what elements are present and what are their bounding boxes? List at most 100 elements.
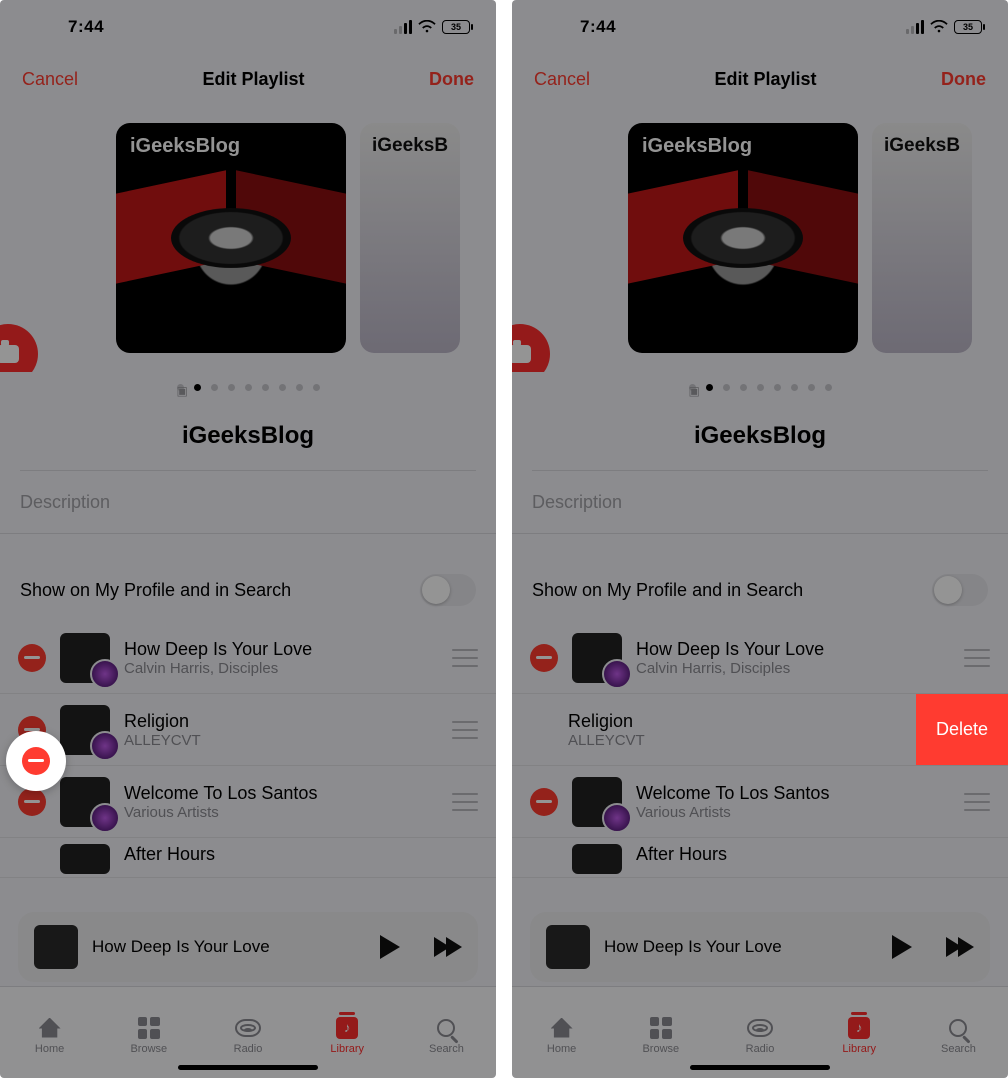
- done-button[interactable]: Done: [429, 69, 474, 90]
- song-artist: Various Artists: [636, 804, 950, 821]
- song-row: After Hours: [512, 838, 1008, 878]
- camera-photo-button[interactable]: [0, 324, 38, 372]
- cover-title: iGeeksBlog: [130, 135, 240, 158]
- fast-forward-icon[interactable]: [438, 937, 462, 957]
- show-on-profile-toggle[interactable]: [932, 574, 988, 606]
- status-bar: 7:44 35: [0, 0, 496, 54]
- show-on-profile-row: Show on My Profile and in Search: [512, 558, 1008, 622]
- playlist-cover-main[interactable]: iGeeksBlog: [628, 123, 858, 353]
- song-title: Welcome To Los Santos: [636, 783, 950, 804]
- show-on-profile-label: Show on My Profile and in Search: [20, 580, 291, 601]
- done-button[interactable]: Done: [941, 69, 986, 90]
- tab-home[interactable]: Home: [0, 987, 99, 1078]
- tab-label: Search: [429, 1043, 464, 1055]
- tab-label: Home: [35, 1043, 64, 1055]
- song-artwork: [572, 777, 622, 827]
- now-playing-bar[interactable]: How Deep Is Your Love: [18, 912, 478, 982]
- reorder-grip-icon[interactable]: [452, 793, 478, 811]
- reorder-grip-icon[interactable]: [964, 649, 990, 667]
- reorder-grip-icon[interactable]: [452, 649, 478, 667]
- tab-search[interactable]: Search: [397, 987, 496, 1078]
- page-dots[interactable]: ▣: [0, 372, 496, 402]
- home-indicator[interactable]: [178, 1065, 318, 1070]
- home-indicator[interactable]: [690, 1065, 830, 1070]
- show-on-profile-label: Show on My Profile and in Search: [532, 580, 803, 601]
- remove-icon[interactable]: [22, 747, 50, 775]
- delete-button[interactable]: Delete: [916, 694, 1008, 765]
- description-field[interactable]: Description: [512, 471, 1008, 533]
- radio-icon: [747, 1019, 773, 1037]
- song-title: After Hours: [636, 844, 996, 865]
- status-bar: 7:44 35: [512, 0, 1008, 54]
- song-title: How Deep Is Your Love: [124, 639, 438, 660]
- song-list: How Deep Is Your LoveCalvin Harris, Disc…: [0, 622, 496, 878]
- wifi-icon: [930, 20, 948, 34]
- song-row: Welcome To Los SantosVarious Artists: [512, 766, 1008, 838]
- remove-icon[interactable]: [530, 644, 558, 672]
- page-title: Edit Playlist: [202, 69, 304, 90]
- playlist-cover-main[interactable]: iGeeksBlog: [116, 123, 346, 353]
- page-title: Edit Playlist: [714, 69, 816, 90]
- song-row: ReligionALLEYCVT: [0, 694, 496, 766]
- playlist-name-field[interactable]: iGeeksBlog: [0, 402, 496, 470]
- song-artwork: [60, 633, 110, 683]
- now-playing-bar[interactable]: How Deep Is Your Love: [530, 912, 990, 982]
- playlist-cover-alt[interactable]: iGeeksB: [872, 123, 972, 353]
- now-playing-title: How Deep Is Your Love: [92, 937, 366, 957]
- reorder-grip-icon[interactable]: [452, 721, 478, 739]
- status-icons: 35: [394, 20, 470, 34]
- song-title: After Hours: [124, 844, 484, 865]
- cover-carousel[interactable]: iGeeksBlog iGeeksB: [0, 104, 496, 372]
- description-field[interactable]: Description: [0, 471, 496, 533]
- signal-icon: [906, 20, 924, 34]
- library-icon: [336, 1017, 358, 1039]
- song-list: How Deep Is Your LoveCalvin Harris, Disc…: [512, 622, 1008, 878]
- battery-icon: 35: [954, 20, 982, 34]
- wifi-icon: [418, 20, 436, 34]
- page-dots[interactable]: ▣: [512, 372, 1008, 402]
- play-icon[interactable]: [892, 935, 912, 959]
- tab-search[interactable]: Search: [909, 987, 1008, 1078]
- camera-icon: [0, 345, 19, 363]
- remove-icon[interactable]: [530, 788, 558, 816]
- tab-home[interactable]: Home: [512, 987, 611, 1078]
- reorder-grip-icon[interactable]: [964, 793, 990, 811]
- home-icon: [551, 1018, 573, 1038]
- camera-dot-icon: ▣: [177, 384, 184, 391]
- tab-label: Home: [547, 1043, 576, 1055]
- play-icon[interactable]: [380, 935, 400, 959]
- battery-icon: 35: [442, 20, 470, 34]
- song-artwork: [60, 844, 110, 874]
- song-row: How Deep Is Your LoveCalvin Harris, Disc…: [512, 622, 1008, 694]
- status-time: 7:44: [580, 17, 616, 37]
- song-artwork: [60, 705, 110, 755]
- playlist-cover-alt[interactable]: iGeeksB: [360, 123, 460, 353]
- signal-icon: [394, 20, 412, 34]
- song-artist: Calvin Harris, Disciples: [636, 660, 950, 677]
- home-icon: [39, 1018, 61, 1038]
- remove-icon[interactable]: [18, 788, 46, 816]
- search-icon: [949, 1019, 967, 1037]
- show-on-profile-toggle[interactable]: [420, 574, 476, 606]
- search-icon: [437, 1019, 455, 1037]
- song-artwork: [572, 844, 622, 874]
- browse-icon: [650, 1017, 672, 1039]
- library-icon: [848, 1017, 870, 1039]
- now-playing-art: [34, 925, 78, 969]
- camera-photo-button[interactable]: [512, 324, 550, 372]
- song-artwork: [60, 777, 110, 827]
- cancel-button[interactable]: Cancel: [22, 69, 78, 90]
- fast-forward-icon[interactable]: [950, 937, 974, 957]
- status-icons: 35: [906, 20, 982, 34]
- tab-label: Library: [842, 1043, 876, 1055]
- playlist-name-field[interactable]: iGeeksBlog: [512, 402, 1008, 470]
- cover-alt-title: iGeeksB: [372, 135, 448, 157]
- cover-carousel[interactable]: iGeeksBlog iGeeksB: [512, 104, 1008, 372]
- screen-remove-tap: 7:44 35 Cancel Edit Playlist Done iGeeks…: [0, 0, 496, 1078]
- song-artist: ALLEYCVT: [124, 732, 438, 749]
- cover-title: iGeeksBlog: [642, 135, 752, 158]
- radio-icon: [235, 1019, 261, 1037]
- highlight-remove-religion: [6, 731, 66, 791]
- cancel-button[interactable]: Cancel: [534, 69, 590, 90]
- remove-icon[interactable]: [18, 644, 46, 672]
